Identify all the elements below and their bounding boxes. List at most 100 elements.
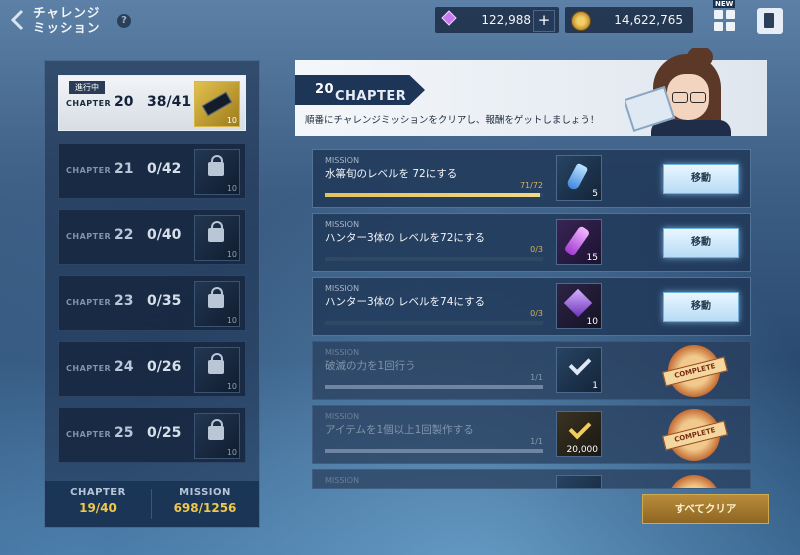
mission-label: MISSION (325, 476, 360, 485)
chapter-header-banner: CHAPTER 20 順番にチャレンジミッションをクリアし、報酬をゲットしましょ… (295, 48, 767, 136)
lock-icon (208, 221, 224, 242)
gem-amount: 122,988 (481, 13, 531, 27)
mission-progress-bar (325, 193, 543, 197)
add-gems-button[interactable]: + (533, 10, 555, 32)
reward-count: 10 (226, 316, 237, 325)
chapter-label: CHAPTER (66, 99, 112, 108)
reward-count: 10 (226, 448, 237, 457)
mission-label: MISSION (325, 412, 360, 421)
gem-icon (441, 10, 457, 26)
mission-text: 水箒旬のレベルを 72にする (325, 168, 458, 180)
lock-icon (208, 287, 224, 308)
back-arrow-icon[interactable] (8, 8, 28, 32)
reward-count: 10 (226, 184, 237, 193)
reward-count: 10 (226, 382, 237, 391)
chapter-summary-label: CHAPTER (70, 487, 126, 498)
mission-label: MISSION (325, 156, 360, 165)
chapter-summary: CHAPTER 19/40 (45, 487, 151, 515)
chapter-header-label: CHAPTER (335, 89, 407, 104)
purple-gem-icon (563, 288, 593, 318)
mission-label: MISSION (325, 220, 360, 229)
gold-check-icon (568, 416, 592, 440)
mission-progress-fill (325, 449, 543, 453)
mission-progress-text: 0/3 (530, 309, 543, 318)
mission-reward[interactable]: 15 (556, 219, 602, 265)
mission-reward (556, 475, 602, 488)
chapter-item-20[interactable]: 進行中 CHAPTER 20 38/41 10 (58, 75, 246, 131)
mission-progress-bar (325, 385, 543, 389)
top-bar: チャレンジ ミッション ? 122,988 + 14,622,765 NEW (0, 0, 800, 42)
mission-text: アイテムを1個以上1回製作する (325, 424, 474, 436)
chapter-item-21[interactable]: CHAPTER 21 0/42 10 (58, 143, 246, 199)
chapter-item-25[interactable]: CHAPTER 25 0/25 10 (58, 407, 246, 463)
go-button[interactable]: 移動 (663, 228, 739, 258)
chapter-reward-thumbnail: 10 (194, 347, 240, 393)
go-button[interactable]: 移動 (663, 292, 739, 322)
chapter-reward-thumbnail: 10 (194, 149, 240, 195)
progress-summary: CHAPTER 19/40 MISSION 698/1256 (45, 481, 259, 527)
mission-text: 破滅の力を1回行う (325, 360, 416, 372)
chapter-label: CHAPTER (66, 298, 112, 307)
mission-row: MISSION ハンター3体の レベルを72にする 0/3 15 移動 (312, 213, 751, 272)
chapter-progress: 0/35 (147, 293, 182, 309)
mission-progress-fill (325, 385, 543, 389)
reward-count: 10 (226, 116, 237, 125)
mission-progress-bar (325, 321, 543, 325)
chapter-description: 順番にチャレンジミッションをクリアし、報酬をゲットしましょう！ (305, 115, 600, 126)
chapter-header-number: 20 (315, 82, 335, 97)
mission-progress-fill (325, 193, 540, 197)
menu-button[interactable]: NEW (711, 0, 741, 36)
mission-row: MISSION アイテムを1個以上1回製作する 1/1 20,000 COMPL… (312, 405, 751, 464)
new-badge: NEW (713, 0, 736, 8)
guide-character-portrait (625, 48, 757, 136)
mission-reward[interactable]: 5 (556, 155, 602, 201)
chapter-number: 23 (114, 293, 134, 309)
check-icon (568, 352, 592, 376)
exit-door-icon[interactable] (757, 8, 783, 34)
mission-progress-text: 0/3 (530, 245, 543, 254)
clear-all-button[interactable]: すべてクリア (642, 494, 769, 524)
gold-amount: 14,622,765 (614, 13, 683, 27)
reward-count: 5 (592, 189, 598, 199)
gold-coin-icon (571, 11, 591, 31)
mission-summary-value: 698/1256 (173, 501, 237, 515)
reward-ticket-icon (201, 91, 233, 117)
complete-stamp: COMPLETE (662, 345, 728, 397)
complete-stamp-text: COMPLETE (662, 420, 728, 451)
purple-vial-icon (563, 225, 591, 257)
gem-currency: 122,988 + (435, 7, 559, 33)
mission-progress-text: 1/1 (530, 373, 543, 382)
lock-icon (208, 419, 224, 440)
potion-flask-icon (565, 162, 589, 192)
lock-icon (208, 353, 224, 374)
go-button[interactable]: 移動 (663, 164, 739, 194)
page-title-line2: ミッション (33, 20, 101, 35)
reward-count: 10 (586, 317, 598, 327)
mission-label: MISSION (325, 348, 360, 357)
mission-summary-label: MISSION (179, 487, 231, 498)
chapter-label: CHAPTER (66, 430, 112, 439)
chapter-reward-thumbnail: 10 (194, 281, 240, 327)
chapter-list-panel: 進行中 CHAPTER 20 38/41 10 CHAPTER 21 0/42 … (44, 60, 260, 528)
mission-reward[interactable]: 10 (556, 283, 602, 329)
chapter-number: 20 (114, 94, 134, 110)
chapter-item-24[interactable]: CHAPTER 24 0/26 10 (58, 341, 246, 397)
chapter-progress: 38/41 (147, 94, 192, 110)
chapter-number: 21 (114, 161, 134, 177)
chapter-label: CHAPTER (66, 232, 112, 241)
mission-summary: MISSION 698/1256 (152, 487, 258, 515)
chapter-title-tag: CHAPTER 20 (295, 75, 425, 105)
help-icon[interactable]: ? (117, 14, 131, 28)
chapter-item-23[interactable]: CHAPTER 23 0/35 10 (58, 275, 246, 331)
chapter-progress: 0/42 (147, 161, 182, 177)
mission-row: MISSION ハンター3体の レベルを74にする 0/3 10 移動 (312, 277, 751, 336)
page-title-line1: チャレンジ (33, 5, 101, 20)
chapter-item-22[interactable]: CHAPTER 22 0/40 10 (58, 209, 246, 265)
mission-row: MISSION 水箒旬のレベルを 72にする 71/72 5 移動 (312, 149, 751, 208)
chapter-reward-thumbnail: 10 (194, 215, 240, 261)
complete-stamp (668, 475, 720, 488)
chapter-reward-thumbnail: 10 (194, 81, 240, 127)
chapter-number: 25 (114, 425, 134, 441)
mission-text: ハンター3体の レベルを72にする (325, 232, 485, 244)
chapter-progress: 0/26 (147, 359, 182, 375)
